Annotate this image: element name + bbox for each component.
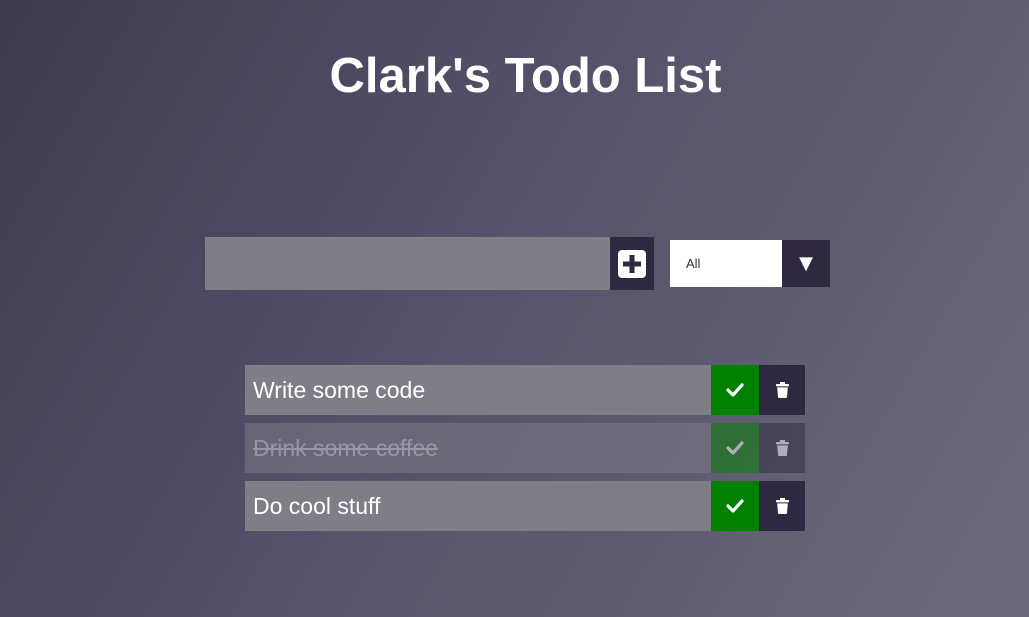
complete-button[interactable] bbox=[711, 481, 759, 531]
add-todo-button[interactable] bbox=[610, 237, 654, 290]
delete-button[interactable] bbox=[759, 481, 805, 531]
trash-icon bbox=[775, 440, 789, 456]
todo-item-completed: Drink some coffee bbox=[245, 423, 805, 473]
complete-button[interactable] bbox=[711, 365, 759, 415]
todo-input[interactable] bbox=[205, 237, 610, 290]
todo-text: Do cool stuff bbox=[245, 481, 711, 531]
todo-item: Write some code bbox=[245, 365, 805, 415]
trash-icon bbox=[775, 382, 789, 398]
filter-select[interactable]: All ▼ bbox=[670, 240, 830, 287]
plus-square-icon bbox=[618, 249, 646, 278]
todo-list: Write some code Drink some coffee Do coo… bbox=[245, 365, 805, 539]
trash-icon bbox=[775, 498, 789, 514]
todo-text: Write some code bbox=[245, 365, 711, 415]
delete-button[interactable] bbox=[759, 365, 805, 415]
todo-item: Do cool stuff bbox=[245, 481, 805, 531]
check-icon bbox=[726, 441, 744, 455]
delete-button[interactable] bbox=[759, 423, 805, 473]
filter-selected-value: All bbox=[686, 256, 701, 271]
check-icon bbox=[726, 383, 744, 397]
check-icon bbox=[726, 499, 744, 513]
page-title: Clark's Todo List bbox=[329, 49, 722, 103]
complete-button[interactable] bbox=[711, 423, 759, 473]
todo-text: Drink some coffee bbox=[245, 423, 711, 473]
chevron-down-icon[interactable]: ▼ bbox=[782, 240, 830, 287]
